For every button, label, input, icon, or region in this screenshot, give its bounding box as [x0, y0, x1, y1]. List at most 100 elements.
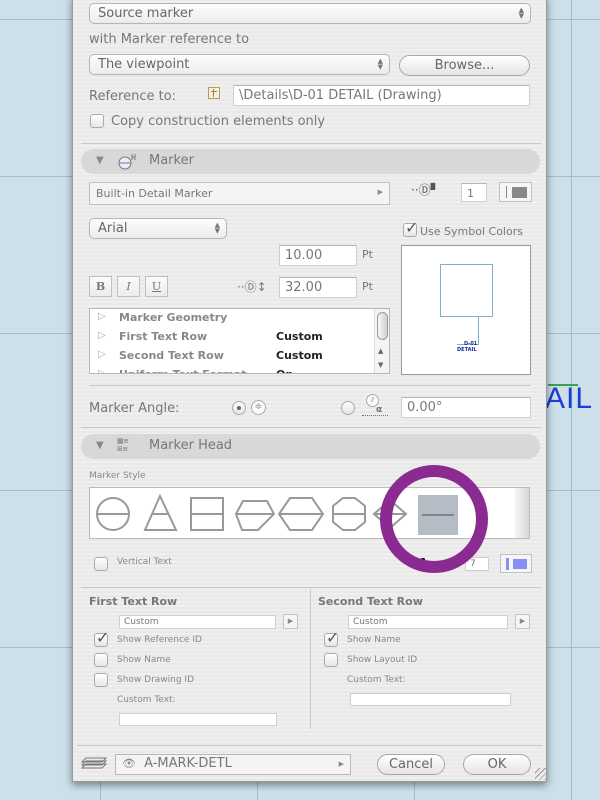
- show-drawing-id-label: Show Drawing ID: [117, 675, 195, 685]
- scroll-thumb[interactable]: [377, 312, 388, 340]
- first-text-row-title: First Text Row: [89, 595, 178, 608]
- drawing-title-text: AIL: [545, 382, 594, 415]
- italic-button[interactable]: I: [117, 276, 140, 297]
- list-item-name: Second Text Row: [119, 349, 224, 362]
- source-marker-value: Source marker: [98, 6, 194, 21]
- column-divider: [310, 589, 311, 729]
- highlight-ring: [380, 465, 488, 573]
- marker-settings-list[interactable]: ▷ Marker Geometry ▷ First Text Row Custo…: [89, 308, 390, 374]
- style-pentagon-option[interactable]: [234, 500, 276, 531]
- underline-button[interactable]: U: [145, 276, 168, 297]
- divider: [81, 587, 541, 588]
- bold-button[interactable]: B: [89, 276, 112, 297]
- font-popup[interactable]: Arial ▲ ▼: [89, 218, 227, 239]
- marker-pen-field[interactable]: 1: [461, 183, 487, 202]
- reference-target-value: The viewpoint: [98, 57, 190, 72]
- source-marker-popup[interactable]: Source marker ▲ ▼: [89, 3, 531, 24]
- first-custom-text-field[interactable]: [119, 713, 277, 726]
- text-size-field[interactable]: 10.00: [279, 245, 357, 266]
- copy-construction-checkbox[interactable]: [90, 114, 104, 128]
- second-text-row-popup[interactable]: Custom: [348, 615, 508, 629]
- marker-angle-label: Marker Angle:: [89, 401, 180, 416]
- marker-section-icon: [118, 154, 136, 170]
- browse-button[interactable]: Browse...: [399, 55, 530, 76]
- popup-arrow-icon: ▶: [338, 760, 344, 768]
- marker-section-title: Marker: [149, 153, 194, 168]
- marker-type-popup[interactable]: Built-in Detail Marker ▶: [89, 182, 390, 205]
- angle-custom-radio[interactable]: [341, 401, 355, 415]
- layers-icon: [81, 757, 107, 769]
- list-item-name: Uniform Text Format: [119, 368, 246, 373]
- list-item-name: First Text Row: [119, 330, 208, 343]
- marker-pen-icon: ··Ⓓ▘: [411, 183, 440, 197]
- first-text-row-popup-arrow[interactable]: ▶: [283, 614, 298, 629]
- reference-target-popup[interactable]: The viewpoint ▲ ▼: [89, 54, 390, 75]
- preview-marker-box: [440, 264, 493, 317]
- show-reference-id-label: Show Reference ID: [117, 635, 202, 645]
- view-map-icon: [208, 87, 220, 99]
- checkmark-icon: ✓: [326, 628, 340, 647]
- palette-scroll-edge: [515, 488, 529, 538]
- list-item-value: Custom: [276, 349, 323, 362]
- list-item[interactable]: ▷ Uniform Text Format On: [90, 368, 373, 373]
- show-name-second-checkbox[interactable]: ✓: [324, 628, 339, 647]
- ok-button[interactable]: OK: [463, 754, 531, 775]
- font-value: Arial: [98, 221, 128, 236]
- show-name-second-label: Show Name: [347, 635, 401, 645]
- divider: [81, 143, 541, 144]
- second-custom-text-field[interactable]: [350, 693, 511, 706]
- marker-section-header[interactable]: ▼ Marker: [81, 149, 540, 174]
- scroll-down-arrow-icon[interactable]: ▼: [378, 361, 383, 369]
- custom-angle-icon: ⫽ α: [362, 394, 388, 416]
- list-item[interactable]: ▷ Second Text Row Custom: [90, 349, 373, 368]
- vertical-text-checkbox[interactable]: [94, 557, 108, 571]
- style-square-option[interactable]: [190, 497, 224, 531]
- style-circle-option[interactable]: [96, 497, 130, 531]
- second-text-row-title: Second Text Row: [318, 595, 423, 608]
- style-octagon-option[interactable]: [332, 497, 366, 531]
- stepper-icon: ▲ ▼: [377, 57, 383, 71]
- show-reference-id-checkbox[interactable]: ✓: [94, 628, 109, 647]
- scroll-up-arrow-icon[interactable]: ▲: [378, 347, 383, 355]
- text-pen-color-swatch[interactable]: [500, 554, 532, 573]
- detail-marker-settings-dialog: Source marker ▲ ▼ with Marker reference t…: [72, 0, 547, 782]
- list-item-value: Custom: [276, 330, 323, 343]
- first-text-row-popup[interactable]: Custom: [119, 615, 276, 629]
- style-hexagon-option[interactable]: [277, 497, 325, 531]
- layer-popup[interactable]: 👁 A-MARK-DETL ▶: [115, 754, 351, 775]
- marker-size-field[interactable]: 32.00: [279, 277, 357, 298]
- horizontal-angle-icon: ≑: [251, 400, 266, 415]
- list-item[interactable]: ▷ First Text Row Custom: [90, 330, 373, 349]
- second-text-row-popup-arrow[interactable]: ▶: [515, 614, 530, 629]
- show-layout-id-checkbox[interactable]: [324, 653, 338, 667]
- disclosure-triangle-icon: ▼: [96, 440, 104, 451]
- stepper-icon: ▲ ▼: [518, 6, 524, 20]
- marker-head-section-header[interactable]: ▼ ▦≡ ⊞≡ Marker Head: [81, 434, 540, 459]
- reference-path-field[interactable]: \Details\D-01 DETAIL (Drawing): [233, 85, 530, 106]
- style-triangle-option[interactable]: [143, 493, 178, 531]
- reference-to-label: Reference to:: [89, 89, 177, 104]
- use-symbol-colors-label: Use Symbol Colors: [420, 225, 523, 238]
- show-name-checkbox[interactable]: [94, 653, 108, 667]
- marker-reference-label: with Marker reference to: [89, 32, 250, 47]
- disclosure-triangle-icon: ▼: [96, 155, 104, 166]
- resize-grip-icon[interactable]: [535, 768, 547, 780]
- preview-name-text: DETAIL: [457, 347, 477, 353]
- list-item[interactable]: ▷ Marker Geometry: [90, 311, 373, 330]
- pen-color-swatch[interactable]: [499, 182, 532, 202]
- stepper-icon: ▲ ▼: [214, 221, 220, 235]
- disclosure-triangle-icon: ▷: [98, 349, 106, 360]
- cancel-button[interactable]: Cancel: [377, 754, 445, 775]
- marker-head-section-title: Marker Head: [149, 438, 233, 453]
- list-scrollbar[interactable]: ▲ ▼: [374, 309, 389, 373]
- angle-horizontal-radio[interactable]: [232, 401, 246, 415]
- preview-leader-line: [478, 317, 479, 345]
- show-drawing-id-checkbox[interactable]: [94, 673, 108, 687]
- second-custom-text-label: Custom Text:: [347, 675, 406, 685]
- marker-head-section-icon: ▦≡ ⊞≡: [117, 437, 129, 453]
- marker-angle-field[interactable]: 0.00°: [401, 397, 531, 418]
- checkmark-icon: ✓: [96, 628, 110, 647]
- use-symbol-colors-checkbox[interactable]: ✓: [403, 218, 418, 237]
- divider: [89, 385, 531, 386]
- popup-arrow-icon: ▶: [377, 188, 383, 196]
